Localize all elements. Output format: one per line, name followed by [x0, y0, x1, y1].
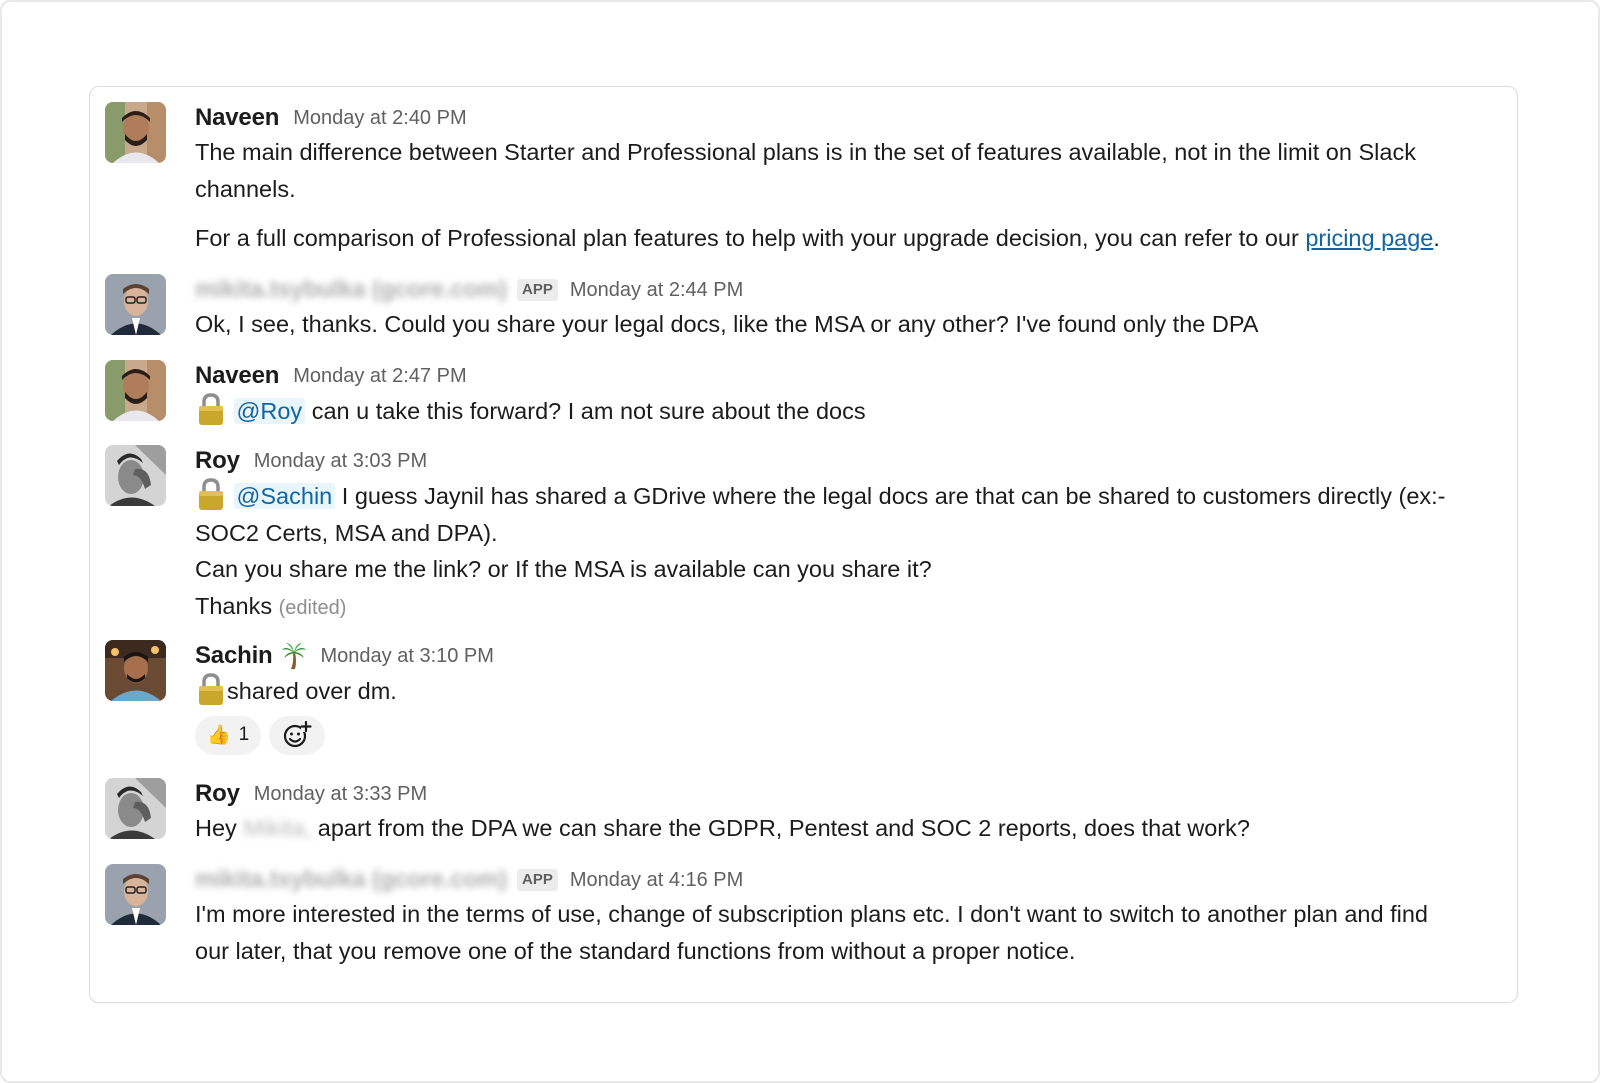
message-text: our later, that you remove one of the st…: [195, 937, 1076, 964]
timestamp[interactable]: Monday at 2:44 PM: [570, 279, 743, 302]
timestamp[interactable]: Monday at 4:16 PM: [570, 869, 743, 892]
avatar-roy[interactable]: [105, 778, 166, 839]
message-text: channels.: [195, 175, 296, 202]
timestamp[interactable]: Monday at 3:33 PM: [254, 783, 427, 806]
message-text: Ok, I see, thanks. Could you share your …: [195, 311, 1259, 337]
message-text: shared over dm.: [195, 672, 1507, 710]
message-text: I'm more interested in the terms of use,…: [195, 901, 1428, 927]
message-text: @Roy can u take this forward? I am not s…: [195, 392, 1507, 430]
timestamp[interactable]: Monday at 3:10 PM: [321, 645, 494, 668]
message-text-part: .: [1433, 225, 1440, 252]
thumbs-up-icon: 👍: [207, 725, 231, 747]
message-text-part: Hey: [195, 815, 237, 841]
author-name[interactable]: Sachin: [195, 642, 273, 670]
avatar-mikita[interactable]: [105, 274, 166, 335]
mention-sachin[interactable]: @Sachin: [233, 483, 336, 509]
message-thread: Naveen Monday at 2:40 PM The main differ…: [89, 86, 1518, 1003]
avatar-naveen[interactable]: [105, 360, 166, 421]
message-text-part: For a full comparison of Professional pl…: [195, 225, 1306, 252]
avatar-mikita[interactable]: [105, 864, 166, 925]
author-name[interactable]: Roy: [195, 780, 240, 808]
window-frame: Naveen Monday at 2:40 PM The main differ…: [0, 0, 1600, 1083]
timestamp[interactable]: Monday at 2:47 PM: [293, 365, 466, 388]
edited-label: (edited): [278, 596, 347, 619]
message-text: The main difference between Starter and …: [195, 139, 1416, 165]
message-text: Hey Mikita, apart from the DPA we can sh…: [195, 810, 1507, 847]
author-name[interactable]: mikita.tsybulka (gcore.com): [195, 276, 507, 304]
message-text: Can you share me the link? or If the MSA…: [195, 556, 932, 583]
lock-icon: [195, 392, 227, 426]
message-text-part: Thanks: [195, 592, 273, 619]
timestamp[interactable]: Monday at 3:03 PM: [254, 450, 427, 473]
lock-icon: [195, 477, 227, 511]
message-text-part: can u take this forward? I am not sure a…: [311, 398, 866, 424]
reaction-thumbs-up[interactable]: 👍 1: [195, 715, 262, 755]
reactions-bar: 👍 1: [195, 715, 1507, 755]
palm-tree-icon[interactable]: [281, 642, 307, 670]
reaction-count: 1: [238, 724, 250, 746]
lock-icon: [195, 672, 227, 706]
message-text-part: shared over dm.: [227, 678, 397, 704]
author-name[interactable]: mikita.tsybulka (gcore.com): [195, 866, 507, 894]
message-text: For a full comparison of Professional pl…: [195, 220, 1507, 257]
blurred-name: Mikita,: [243, 815, 312, 841]
message-text-part: apart from the DPA we can share the GDPR…: [317, 815, 1250, 841]
message-text: Thanks (edited): [195, 588, 1507, 627]
message-text: @Sachin I guess Jaynil has shared a GDri…: [195, 477, 1507, 515]
message-text-part: I guess Jaynil has shared a GDrive where…: [341, 483, 1446, 509]
avatar-sachin[interactable]: [105, 640, 166, 701]
app-badge: APP: [517, 279, 558, 301]
avatar-roy[interactable]: [105, 445, 166, 506]
author-name[interactable]: Naveen: [195, 104, 279, 132]
mention-roy[interactable]: @Roy: [233, 398, 306, 424]
author-name[interactable]: Roy: [195, 447, 240, 475]
timestamp[interactable]: Monday at 2:40 PM: [293, 107, 466, 130]
add-reaction-button[interactable]: [269, 715, 326, 755]
app-badge: APP: [517, 869, 558, 891]
pricing-page-link[interactable]: pricing page: [1305, 225, 1433, 251]
author-name[interactable]: Naveen: [195, 362, 279, 390]
avatar-naveen[interactable]: [105, 102, 166, 163]
add-emoji-icon: [284, 720, 312, 748]
message-text: SOC2 Certs, MSA and DPA).: [195, 519, 498, 546]
